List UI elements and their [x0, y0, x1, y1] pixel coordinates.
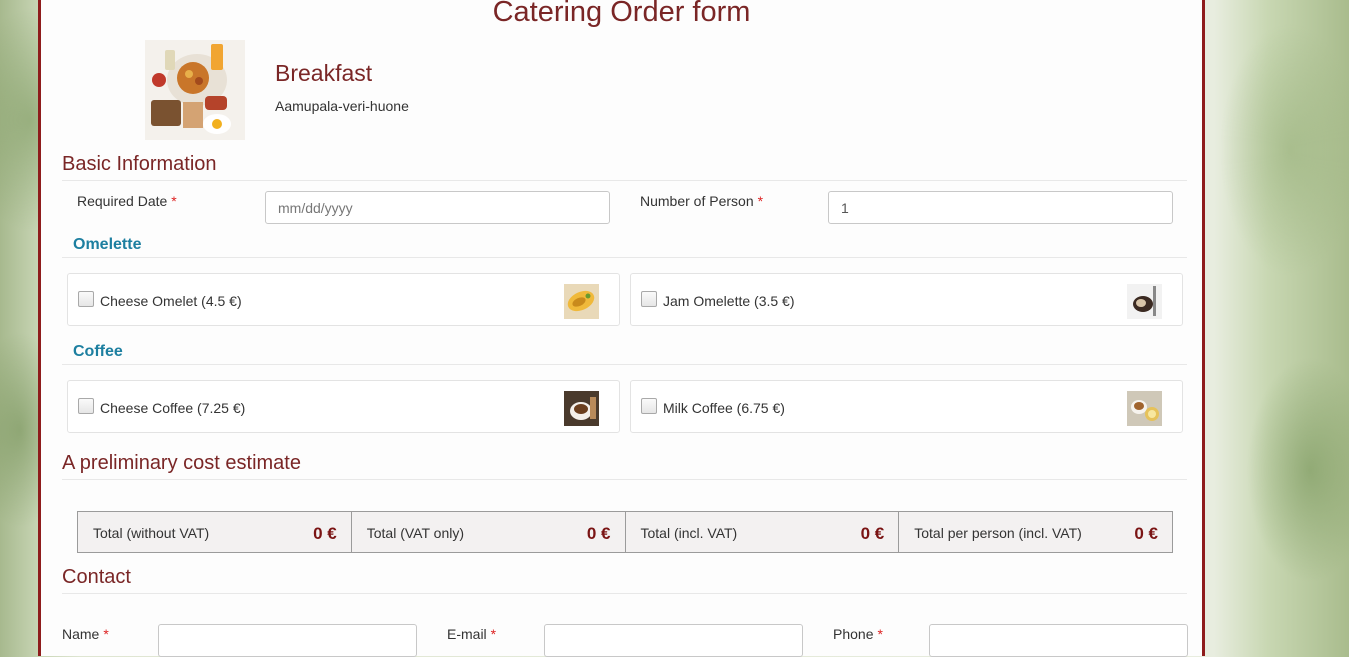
number-of-person-label: Number of Person * [640, 193, 763, 209]
required-date-label-text: Required Date [77, 193, 168, 209]
divider [62, 364, 1187, 365]
total-label: Total (incl. VAT) [640, 525, 738, 541]
email-label: E-mail * [447, 626, 496, 642]
phone-input[interactable] [929, 624, 1188, 657]
total-incl-vat: Total (incl. VAT) 0 € [624, 511, 900, 553]
menu-name: Breakfast [275, 60, 373, 86]
divider [62, 180, 1187, 181]
cost-estimate-table: Total (without VAT) 0 € Total (VAT only)… [77, 511, 1173, 553]
email-label-text: E-mail [447, 626, 487, 642]
menu-item-label: Cheese Omelet (4.5 €) [100, 293, 242, 309]
required-mark: * [171, 193, 177, 209]
cheese-coffee-checkbox[interactable] [78, 398, 94, 414]
total-label: Total (without VAT) [93, 525, 210, 541]
menu-location: Aamupala-veri-huone [275, 98, 409, 114]
jam-omelette-checkbox[interactable] [641, 291, 657, 307]
phone-label-text: Phone [833, 626, 874, 642]
menu-item-cheese-omelet[interactable]: Cheese Omelet (4.5 €) [67, 273, 620, 326]
omelet-photo-icon [564, 284, 599, 319]
total-label: Total per person (incl. VAT) [914, 525, 1082, 541]
divider [62, 479, 1187, 480]
required-date-input[interactable] [265, 191, 610, 224]
coffee-photo-icon [564, 391, 599, 426]
cheese-omelet-checkbox[interactable] [78, 291, 94, 307]
total-without-vat: Total (without VAT) 0 € [77, 511, 352, 553]
cost-estimate-heading: A preliminary cost estimate [62, 452, 301, 474]
category-omelette-heading: Omelette [73, 236, 142, 253]
omelette-photo-icon [1127, 284, 1162, 319]
total-value: 0 € [1134, 524, 1158, 543]
breakfast-photo-icon [145, 40, 245, 140]
total-value: 0 € [313, 524, 337, 543]
number-of-person-input[interactable] [828, 191, 1173, 224]
contact-heading: Contact [62, 566, 131, 588]
required-mark: * [490, 626, 497, 642]
category-coffee-heading: Coffee [73, 343, 123, 360]
phone-label: Phone * [833, 626, 883, 642]
required-mark: * [103, 626, 109, 642]
number-of-person-label-text: Number of Person [640, 193, 754, 209]
required-mark: * [877, 626, 883, 642]
menu-item-cheese-coffee[interactable]: Cheese Coffee (7.25 €) [67, 380, 620, 433]
total-per-person: Total per person (incl. VAT) 0 € [898, 511, 1173, 553]
basic-info-heading: Basic Information [62, 153, 217, 175]
total-label: Total (VAT only) [366, 525, 465, 541]
email-input[interactable] [544, 624, 803, 657]
required-mark: * [757, 193, 764, 209]
total-vat-only: Total (VAT only) 0 € [350, 511, 626, 553]
total-value: 0 € [586, 524, 611, 543]
menu-item-label: Cheese Coffee (7.25 €) [100, 400, 246, 416]
page-title: Catering Order form [492, 0, 751, 28]
menu-item-jam-omelette[interactable]: Jam Omelette (3.5 €) [630, 273, 1183, 326]
name-input[interactable] [158, 624, 417, 657]
divider [62, 593, 1187, 594]
menu-item-label: Milk Coffee (6.75 €) [663, 400, 785, 416]
divider [62, 257, 1187, 258]
name-label-text: Name [62, 626, 100, 642]
menu-item-label: Jam Omelette (3.5 €) [663, 293, 795, 309]
menu-item-milk-coffee[interactable]: Milk Coffee (6.75 €) [630, 380, 1183, 433]
order-form-panel: Catering Order form Breakfast Aamupala-v… [38, 0, 1205, 657]
milk-coffee-checkbox[interactable] [641, 398, 657, 414]
name-label: Name * [62, 626, 109, 642]
total-value: 0 € [860, 524, 885, 543]
required-date-label: Required Date * [77, 193, 177, 209]
milk-coffee-photo-icon [1127, 391, 1162, 426]
